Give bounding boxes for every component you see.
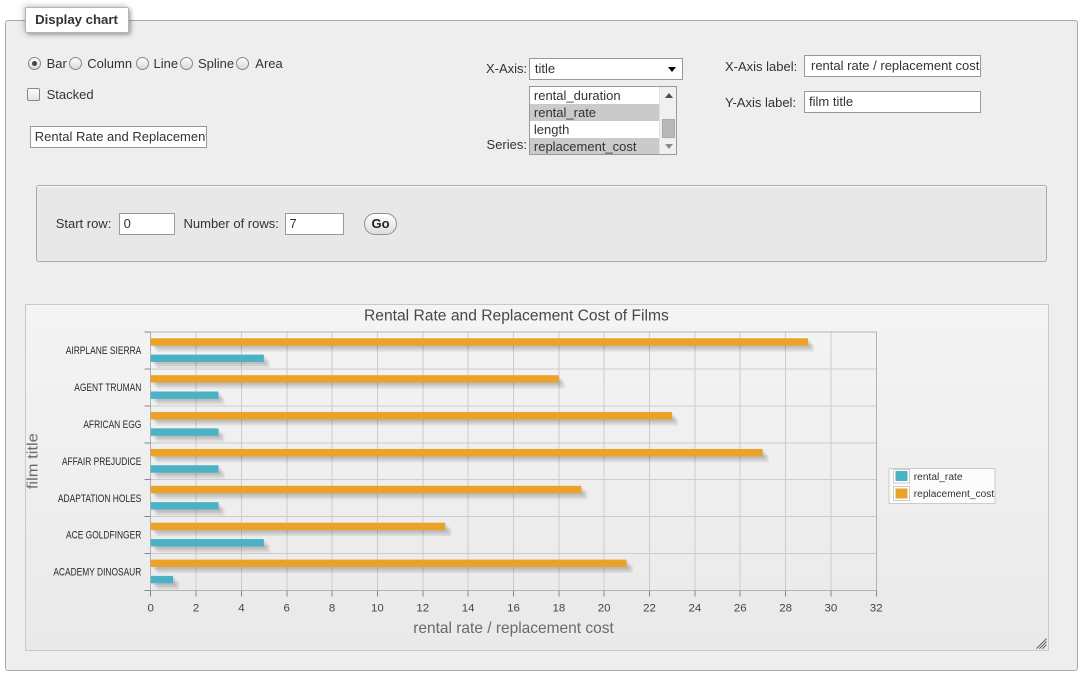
svg-text:6: 6 (284, 602, 290, 614)
svg-text:AFFAIR PREJUDICE: AFFAIR PREJUDICE (62, 456, 141, 468)
svg-text:2: 2 (193, 602, 199, 614)
svg-text:Rental Rate and Replacement Co: Rental Rate and Replacement Cost of Film… (364, 308, 669, 325)
svg-text:18: 18 (553, 602, 566, 614)
svg-text:film title: film title (26, 433, 41, 489)
svg-text:replacement_cost: replacement_cost (914, 489, 995, 500)
svg-text:0: 0 (148, 602, 154, 614)
svg-text:rental_rate: rental_rate (914, 472, 963, 483)
svg-text:32: 32 (870, 602, 883, 614)
svg-text:AFRICAN EGG: AFRICAN EGG (84, 419, 142, 431)
svg-text:8: 8 (329, 602, 335, 614)
svg-text:14: 14 (462, 602, 475, 614)
svg-text:rental rate / replacement cost: rental rate / replacement cost (413, 620, 614, 637)
svg-text:22: 22 (643, 602, 656, 614)
svg-text:24: 24 (689, 602, 702, 614)
svg-text:16: 16 (507, 602, 520, 614)
svg-text:AIRPLANE SIERRA: AIRPLANE SIERRA (66, 345, 142, 357)
svg-text:ACE GOLDFINGER: ACE GOLDFINGER (66, 530, 141, 542)
svg-text:30: 30 (825, 602, 838, 614)
svg-text:10: 10 (371, 602, 384, 614)
svg-text:28: 28 (779, 602, 792, 614)
svg-text:4: 4 (238, 602, 245, 614)
svg-text:20: 20 (598, 602, 611, 614)
svg-text:AGENT TRUMAN: AGENT TRUMAN (74, 382, 141, 394)
svg-text:12: 12 (417, 602, 430, 614)
svg-text:26: 26 (734, 602, 747, 614)
svg-text:ACADEMY DINOSAUR: ACADEMY DINOSAUR (54, 566, 142, 578)
svg-text:ADAPTATION HOLES: ADAPTATION HOLES (58, 493, 141, 505)
